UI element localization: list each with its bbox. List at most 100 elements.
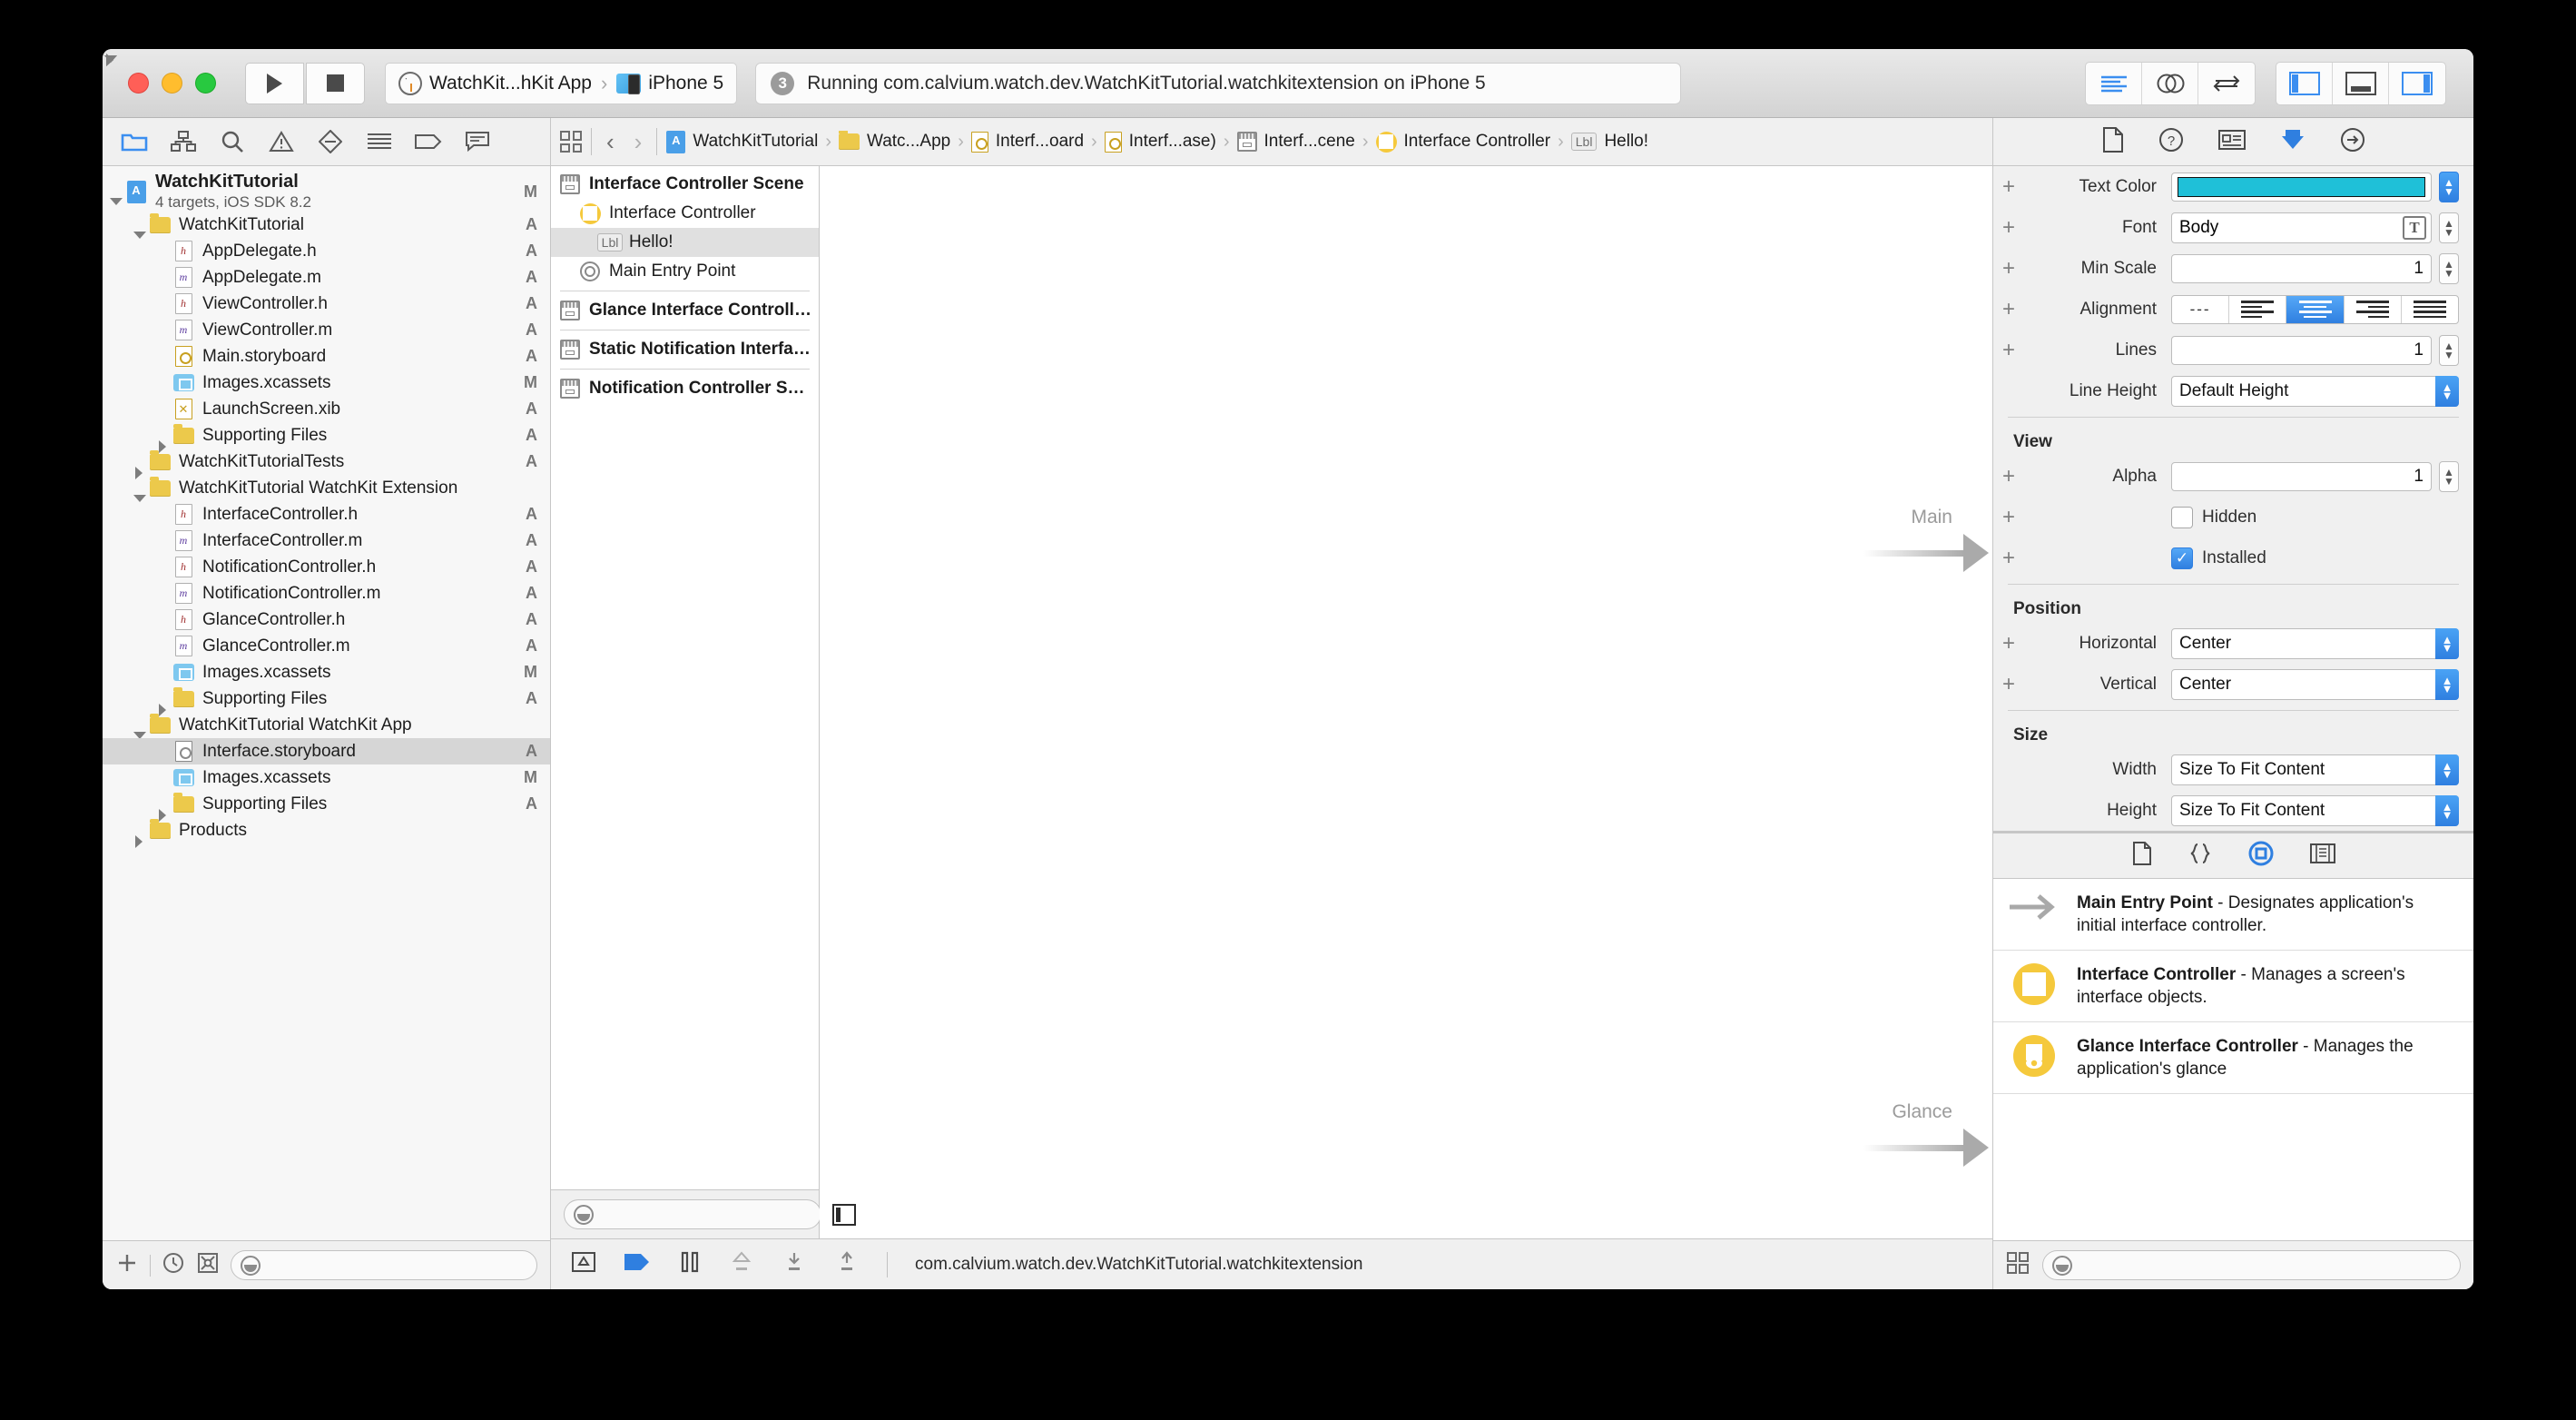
close-button[interactable] (128, 73, 149, 94)
add-variation-icon[interactable]: + (1999, 673, 2019, 695)
library-item[interactable]: Interface Controller - Manages a screen'… (1993, 951, 2473, 1022)
back-button[interactable]: ‹ (601, 128, 620, 156)
font-field[interactable]: Body T (2171, 212, 2432, 243)
simulate-location-button[interactable] (834, 1250, 860, 1279)
outline-row[interactable]: Interface Controller (551, 199, 819, 228)
text-color-stepper[interactable]: ▲ ▼ (2439, 171, 2459, 202)
attributes-inspector-tab[interactable] (2280, 127, 2306, 157)
breadcrumb-item[interactable]: Watc...App (838, 130, 950, 152)
horizontal-popup[interactable]: Center ▲ ▼ (2171, 627, 2459, 659)
outline-row[interactable]: Notification Controller Scene (551, 374, 819, 403)
library-filter-input[interactable] (2079, 1256, 2451, 1275)
outline-filter-field[interactable] (564, 1199, 821, 1229)
file-row[interactable]: m GlanceController.m A (103, 633, 550, 659)
font-picker-icon[interactable]: T (2403, 215, 2426, 240)
alignment-option-4[interactable] (2402, 296, 2458, 323)
breadcrumb-item[interactable]: Interface Controller (1375, 131, 1550, 153)
add-variation-icon[interactable]: + (1999, 547, 2019, 569)
breadcrumb-item[interactable]: WatchKitTutorial (666, 130, 818, 153)
alpha-field[interactable]: 1 (2171, 461, 2432, 491)
project-root-row[interactable]: WatchKitTutorial 4 targets, iOS SDK 8.2 … (103, 172, 550, 212)
breadcrumb-item[interactable]: Interf...cene (1236, 132, 1355, 152)
add-variation-icon[interactable]: + (1999, 175, 2019, 198)
activity-status-bar[interactable]: 3 Running com.calvium.watch.dev.WatchKit… (755, 62, 1682, 104)
library-item[interactable]: Glance Interface Controller - Manages th… (1993, 1022, 2473, 1094)
alignment-option-1[interactable] (2229, 295, 2287, 323)
navigator-filter-field[interactable] (231, 1250, 537, 1280)
object-library-list[interactable]: Main Entry Point - Designates applicatio… (1993, 879, 2473, 1240)
object-library-tab[interactable] (2248, 841, 2274, 871)
add-variation-icon[interactable]: + (1999, 339, 2019, 361)
outline-row[interactable]: Static Notification Interface Cont... (551, 335, 819, 364)
add-variation-icon[interactable]: + (1999, 257, 2019, 280)
file-row[interactable]: Interface.storyboard A (103, 738, 550, 764)
step-into-button[interactable] (729, 1250, 754, 1279)
library-item[interactable]: Main Entry Point - Designates applicatio… (1993, 879, 2473, 951)
outline-row[interactable]: Main Entry Point (551, 257, 819, 286)
find-navigator-tab[interactable] (208, 123, 257, 160)
file-row[interactable]: ✕ LaunchScreen.xib A (103, 396, 550, 422)
file-row[interactable]: m InterfaceController.m A (103, 528, 550, 554)
continue-button[interactable] (624, 1252, 651, 1277)
installed-checkbox[interactable]: ✓ (2171, 547, 2193, 569)
file-row[interactable]: m NotificationController.m A (103, 580, 550, 606)
debug-navigator-tab[interactable] (355, 123, 404, 160)
library-filter-field[interactable] (2042, 1250, 2461, 1280)
file-row[interactable]: Supporting Files A (103, 791, 550, 822)
storyboard-canvas[interactable]: Main 12:00 Hello! (820, 166, 1992, 1238)
file-row[interactable]: h AppDelegate.h A (103, 238, 550, 264)
connections-inspector-tab[interactable] (2340, 127, 2365, 157)
navigator-filter-input[interactable] (268, 1256, 527, 1275)
outline-filter-input[interactable] (601, 1205, 811, 1224)
file-row[interactable]: h NotificationController.h A (103, 554, 550, 580)
text-color-well[interactable] (2171, 172, 2432, 202)
file-row[interactable]: Images.xcassets M (103, 659, 550, 685)
add-variation-icon[interactable]: + (1999, 632, 2019, 655)
breadcrumb-item[interactable]: Interf...ase) (1104, 131, 1216, 153)
add-variation-icon[interactable]: + (1999, 216, 2019, 239)
file-template-library-tab[interactable] (2132, 842, 2152, 870)
file-row[interactable]: Main.storyboard A (103, 343, 550, 370)
version-editor-button[interactable] (2198, 63, 2255, 104)
file-row[interactable]: h InterfaceController.h A (103, 501, 550, 528)
file-row[interactable]: WatchKitTutorial WatchKit App (103, 712, 550, 739)
media-library-tab[interactable] (2309, 843, 2335, 869)
file-inspector-tab[interactable] (2102, 126, 2124, 157)
file-row[interactable]: h GlanceController.h A (103, 606, 550, 633)
test-navigator-tab[interactable] (306, 123, 355, 160)
stop-button[interactable] (306, 62, 365, 104)
recent-files-filter-button[interactable] (162, 1251, 185, 1279)
file-row[interactable]: WatchKitTutorial A (103, 212, 550, 239)
document-outline-list[interactable]: Interface Controller Scene Interface Cont… (551, 166, 819, 1189)
breakpoint-navigator-tab[interactable] (404, 123, 453, 160)
symbol-navigator-tab[interactable] (159, 123, 208, 160)
width-popup[interactable]: Size To Fit Content ▲ ▼ (2171, 754, 2459, 785)
run-button[interactable] (245, 62, 304, 104)
file-row[interactable]: m AppDelegate.m A (103, 264, 550, 291)
project-file-tree[interactable]: WatchKitTutorial 4 targets, iOS SDK 8.2 … (103, 166, 550, 1240)
file-row[interactable]: WatchKitTutorial WatchKit Extension (103, 475, 550, 502)
file-row[interactable]: Images.xcassets M (103, 370, 550, 396)
canvas-view-as-button[interactable] (832, 1204, 856, 1226)
file-row[interactable]: h ViewController.h A (103, 291, 550, 317)
font-stepper[interactable]: ▲ ▼ (2439, 212, 2459, 243)
min-scale-field[interactable]: 1 (2171, 253, 2432, 283)
outline-row[interactable]: Lbl Hello! (551, 228, 819, 257)
library-view-toggle-button[interactable] (2006, 1251, 2030, 1279)
step-out-button[interactable] (782, 1250, 807, 1279)
height-popup[interactable]: Size To Fit Content ▲ ▼ (2171, 794, 2459, 826)
standard-editor-button[interactable] (2086, 62, 2142, 104)
forward-button[interactable]: › (629, 128, 648, 156)
code-snippet-library-tab[interactable] (2188, 842, 2212, 870)
file-row[interactable]: Images.xcassets M (103, 764, 550, 791)
issue-navigator-tab[interactable] (257, 123, 306, 160)
breadcrumb-item[interactable]: Interf...oard (970, 131, 1084, 153)
alignment-segmented-control[interactable]: --- (2171, 294, 2459, 324)
file-row[interactable]: m ViewController.m A (103, 317, 550, 343)
lines-field[interactable]: 1 (2171, 335, 2432, 365)
source-control-filter-button[interactable] (196, 1251, 220, 1279)
outline-row[interactable]: Glance Interface Controller Scene (551, 296, 819, 325)
file-row[interactable]: Supporting Files A (103, 685, 550, 716)
identity-inspector-tab[interactable] (2217, 129, 2246, 155)
report-navigator-tab[interactable] (453, 123, 502, 160)
